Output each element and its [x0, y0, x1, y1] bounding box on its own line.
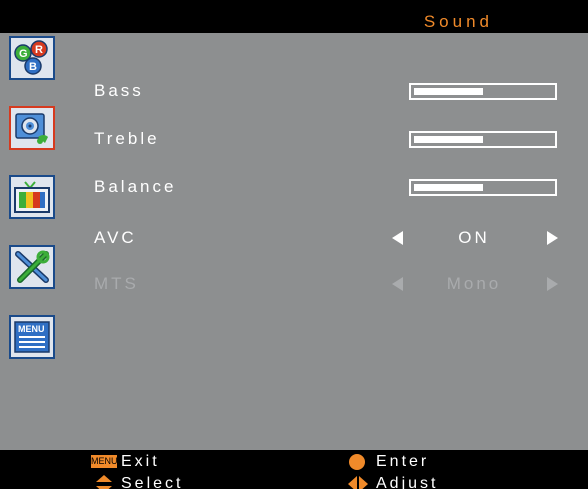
menu-icon: MENU: [14, 321, 50, 353]
svg-text:MENU: MENU: [18, 324, 45, 334]
treble-label: Treble: [94, 129, 160, 148]
mts-right-arrow-icon: [547, 277, 558, 291]
sidebar-item-picture[interactable]: G R B: [9, 36, 55, 80]
treble-slider-fill: [414, 136, 483, 143]
balance-label: Balance: [94, 177, 177, 196]
avc-left-arrow-icon[interactable]: [392, 231, 403, 245]
page-title: Sound: [423, 12, 493, 31]
avc-value: ON: [458, 228, 490, 247]
bass-label: Bass: [94, 81, 144, 100]
avc-label: AVC: [94, 228, 137, 247]
color-picture-icon: G R B: [14, 40, 48, 75]
bass-slider[interactable]: [409, 83, 557, 100]
menu-key-icon: MENU: [91, 455, 118, 468]
menu-row-treble[interactable]: Treble: [0, 125, 588, 155]
avc-right-arrow-icon[interactable]: [547, 231, 558, 245]
up-down-arrows-icon: [96, 475, 112, 489]
treble-slider[interactable]: [409, 131, 557, 148]
menu-row-mts: MTS Mono: [0, 270, 588, 300]
menu-row-bass[interactable]: Bass: [0, 77, 588, 107]
sidebar-item-menu[interactable]: MENU: [9, 315, 55, 359]
exit-label: Exit: [121, 453, 160, 470]
header-bar: Sound: [0, 11, 588, 33]
avc-selector[interactable]: ON: [390, 228, 558, 250]
menu-row-balance[interactable]: Balance: [0, 173, 588, 203]
footer-hints: MENU Exit Enter Select Adjust: [0, 450, 588, 489]
balance-slider[interactable]: [409, 179, 557, 196]
balance-slider-fill: [414, 184, 483, 191]
svg-text:R: R: [35, 44, 43, 56]
bass-slider-fill: [414, 88, 483, 95]
sound-osd-menu: Sound G R B MENU Bass Treble Balance AVC…: [0, 0, 588, 489]
mts-label: MTS: [94, 274, 139, 293]
mts-value: Mono: [446, 274, 502, 293]
left-right-arrows-icon: [348, 476, 368, 489]
menu-row-avc[interactable]: AVC ON: [0, 224, 588, 254]
svg-text:B: B: [29, 61, 37, 73]
enter-circle-icon: [349, 454, 365, 470]
enter-label: Enter: [376, 453, 430, 470]
adjust-label: Adjust: [376, 475, 439, 489]
mts-selector: Mono: [390, 274, 558, 296]
menu-panel: G R B MENU Bass Treble Balance AVC ON MT…: [0, 33, 588, 450]
select-label: Select: [121, 475, 184, 489]
mts-left-arrow-icon: [392, 277, 403, 291]
svg-text:G: G: [19, 48, 28, 60]
